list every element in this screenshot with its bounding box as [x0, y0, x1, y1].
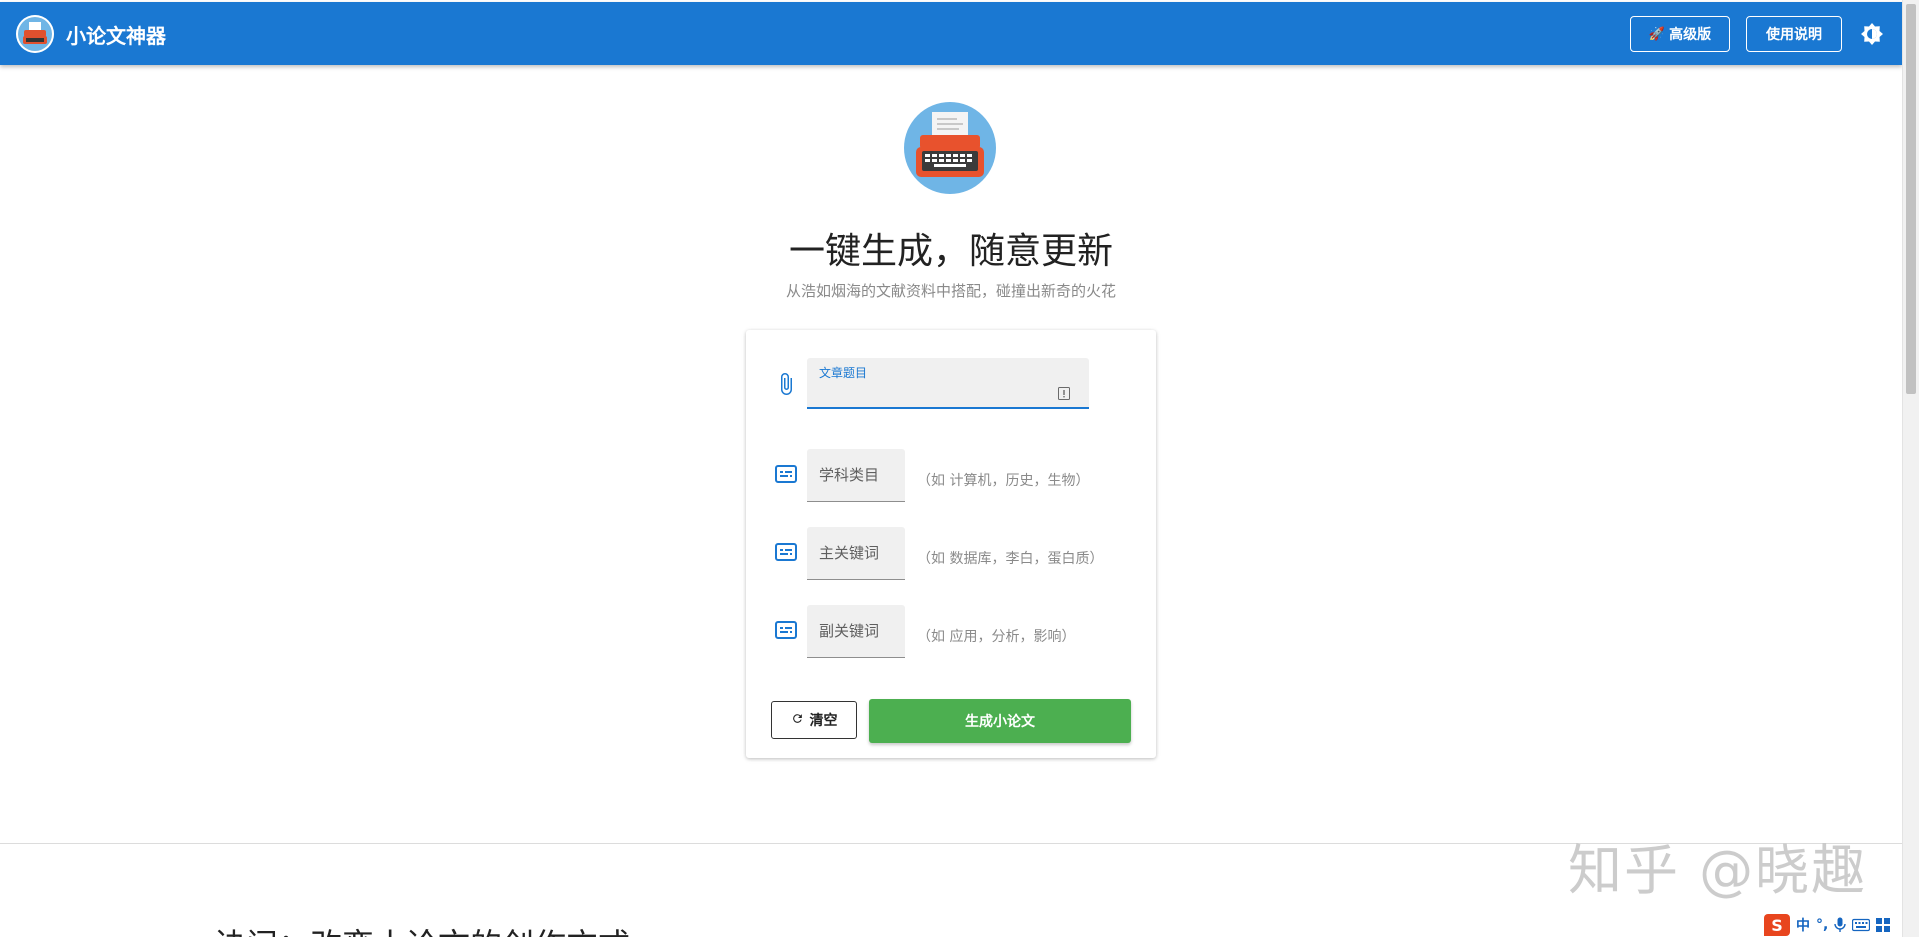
subject-category-input[interactable]	[807, 449, 905, 501]
pro-version-label: 高级版	[1669, 27, 1712, 43]
subtitles-icon	[774, 462, 798, 486]
generate-paper-button[interactable]: 生成小论文	[869, 699, 1131, 743]
sogou-ime-logo-icon: S	[1764, 914, 1790, 936]
article-title-input[interactable]	[819, 382, 1043, 404]
ime-punctuation-indicator[interactable]: °,	[1816, 917, 1828, 933]
keyboard-icon[interactable]	[1852, 918, 1871, 932]
subject-category-field[interactable]	[807, 449, 905, 502]
ime-status-bar[interactable]: S 中 °,	[1764, 913, 1891, 937]
ime-menu-grid-icon[interactable]	[1876, 918, 1891, 932]
subject-category-hint: （如 计算机，历史，生物）	[917, 473, 1090, 489]
zhihu-watermark: 知乎 @晓趣	[1568, 839, 1868, 902]
microphone-icon[interactable]	[1834, 917, 1847, 933]
paperclip-icon[interactable]	[774, 372, 798, 396]
scrollbar-thumb[interactable]	[1906, 4, 1916, 394]
sub-keyword-field[interactable]	[807, 605, 905, 658]
page: 小论文神器 🚀 高级版 使用说明 一键生成，随意更新 从浩如烟海的文献资料中搭配…	[0, 0, 1919, 937]
main-keyword-input[interactable]	[807, 527, 905, 579]
subtitles-icon	[774, 618, 798, 642]
section-heading: 诀问：改变小论文的创作方式	[214, 920, 630, 937]
hero-title: 一键生成，随意更新	[788, 231, 1113, 272]
vertical-scrollbar[interactable]	[1902, 0, 1919, 937]
rocket-icon: 🚀	[1648, 26, 1666, 42]
typewriter-logo-icon	[16, 15, 54, 53]
typewriter-hero-icon	[904, 102, 996, 194]
pro-version-button[interactable]: 🚀 高级版	[1630, 16, 1730, 52]
top-app-bar: 小论文神器 🚀 高级版 使用说明	[0, 2, 1902, 65]
help-button[interactable]: 使用说明	[1746, 16, 1842, 52]
generator-form-card: 文章题目 （如 计算机，历史，生物）	[746, 330, 1156, 758]
clipboard-alert-icon[interactable]	[1058, 386, 1070, 400]
clear-label: 清空	[809, 713, 838, 729]
brightness-toggle-icon[interactable]	[1860, 22, 1884, 46]
brand[interactable]: 小论文神器	[16, 14, 166, 54]
article-title-field[interactable]: 文章题目	[807, 358, 1089, 409]
hero-subtitle: 从浩如烟海的文献资料中搭配，碰撞出新奇的火花	[785, 282, 1116, 300]
main-keyword-hint: （如 数据库，李白，蛋白质）	[917, 551, 1104, 567]
help-label: 使用说明	[1766, 27, 1822, 43]
ime-mode-indicator[interactable]: 中	[1796, 915, 1810, 935]
subtitles-icon	[774, 540, 798, 564]
sub-keyword-hint: （如 应用，分析，影响）	[917, 629, 1076, 645]
refresh-icon	[791, 712, 804, 729]
sub-keyword-input[interactable]	[807, 605, 905, 657]
main-keyword-field[interactable]	[807, 527, 905, 580]
article-title-label: 文章题目	[819, 366, 868, 380]
generate-paper-label: 生成小论文	[965, 714, 1035, 730]
app-title: 小论文神器	[66, 23, 166, 48]
clear-button[interactable]: 清空	[771, 701, 857, 739]
